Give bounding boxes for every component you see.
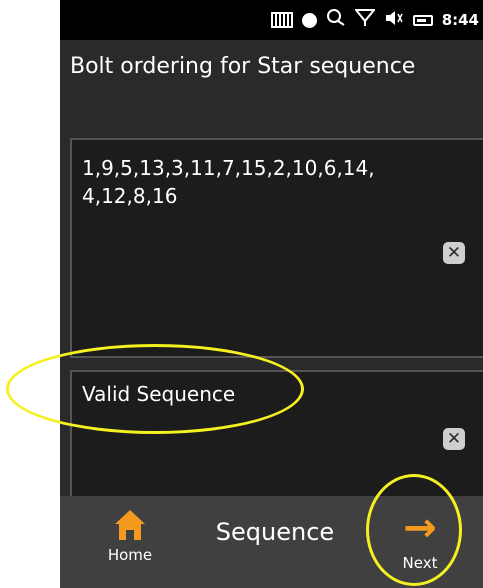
clock: 8:44 [441, 11, 479, 29]
sequence-input[interactable]: 1,9,5,13,3,11,7,15,2,10,6,14, 4,12,8,16 … [70, 138, 483, 358]
sync-icon [326, 9, 346, 31]
home-label: Home [107, 546, 153, 564]
no-signal-icon [353, 9, 376, 31]
highlight-ellipse-valid-sequence [6, 344, 304, 434]
clear-validation-button[interactable]: ✕ [443, 428, 465, 450]
bottom-bar-title: Sequence [215, 518, 335, 546]
home-icon [115, 510, 145, 540]
clear-sequence-button[interactable]: ✕ [443, 242, 465, 264]
status-bar: 8:44 [60, 0, 483, 40]
page-title: Bolt ordering for Star sequence [70, 54, 416, 79]
signal-icon [270, 12, 293, 28]
home-button[interactable]: Home [90, 506, 170, 564]
record-dot-icon [301, 12, 317, 28]
volume-icon [384, 9, 404, 31]
sequence-input-value: 1,9,5,13,3,11,7,15,2,10,6,14, 4,12,8,16 [82, 156, 375, 208]
battery-icon [412, 14, 433, 26]
highlight-ellipse-next-button [366, 474, 462, 586]
